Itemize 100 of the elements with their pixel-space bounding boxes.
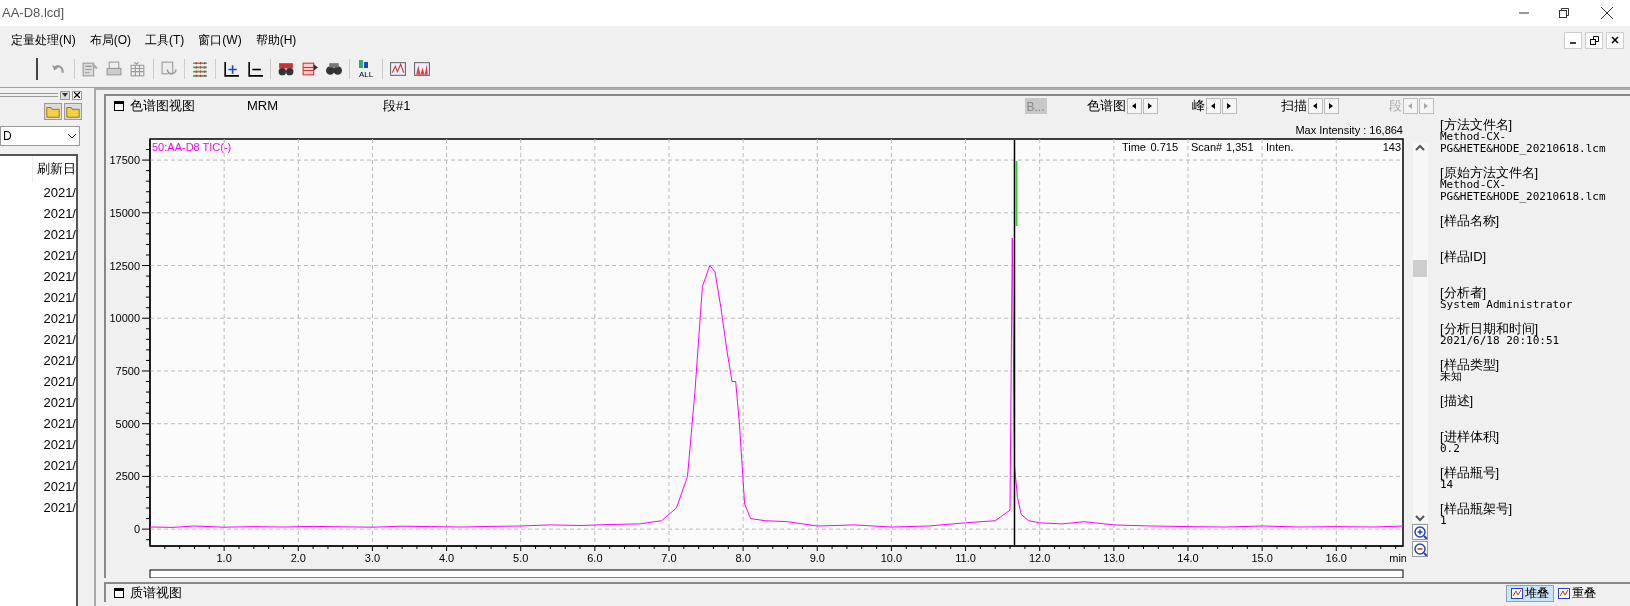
info-value: System Administrator — [1440, 299, 1574, 311]
previous-button[interactable] — [1205, 98, 1221, 114]
readout-label: Scan# — [1191, 141, 1223, 153]
menu-item[interactable]: 布局(O) — [88, 31, 132, 49]
tick-label: 15.0 — [1251, 552, 1273, 564]
axis-icon[interactable] — [222, 60, 240, 78]
table-cell-text: 2021/ — [43, 414, 76, 433]
chart-icon[interactable] — [389, 60, 407, 78]
panel-title: 色谱图视图 — [130, 97, 195, 116]
tick-label: 8.0 — [735, 552, 751, 564]
right-arrow-icon — [1148, 103, 1153, 109]
close-button[interactable] — [72, 90, 82, 100]
table-cell-text: 2021/ — [43, 204, 76, 223]
dropdown-button[interactable] — [60, 90, 70, 100]
left-arrow-icon — [1211, 103, 1216, 109]
info-value: 0.2 — [1440, 443, 1460, 455]
table-cell-text: 2021/ — [43, 309, 76, 328]
info-label: [样品ID] — [1440, 250, 1488, 263]
info-value: Method-CX-PG&HETE&HODE_20210618.lcm — [1440, 179, 1607, 203]
right-arrow-icon — [1329, 103, 1334, 109]
close-icon — [1611, 36, 1619, 44]
view-tab[interactable]: 堆叠 — [1506, 584, 1554, 602]
minimize-button[interactable] — [1564, 31, 1582, 49]
info-label: [样品类型] — [1440, 358, 1501, 371]
info-value: 1 — [1440, 515, 1447, 527]
grid-icon[interactable] — [191, 60, 209, 78]
segment-label: 段#1 — [383, 97, 411, 116]
max-intensity-label: Max Intensity : 16,864 — [1295, 124, 1403, 136]
close-icon — [1601, 7, 1613, 19]
menu-item[interactable]: 定量处理(N) — [10, 31, 77, 49]
tick-label: 7.0 — [661, 552, 677, 564]
restore-icon — [1589, 35, 1599, 45]
caret-icon — [62, 93, 68, 97]
tick-label: 17500 — [109, 154, 140, 167]
table-cell-text: 2021/ — [43, 351, 76, 370]
info-label: [描述] — [1440, 394, 1475, 407]
tick-label: 11.0 — [955, 552, 976, 564]
zoom-in-icon[interactable] — [1412, 524, 1428, 540]
zoom-out-icon[interactable] — [1412, 541, 1428, 557]
restore-button[interactable] — [1585, 31, 1603, 49]
scrollbar[interactable] — [1412, 143, 1428, 523]
axis-label: min — [1389, 552, 1406, 564]
range-bar[interactable] — [149, 569, 1404, 578]
table-cell-text: 2021/ — [43, 372, 76, 391]
navigator-label: 段 — [1388, 97, 1402, 116]
info-label: [方法文件名] — [1440, 118, 1514, 131]
panel-title: 质谱视图 — [130, 584, 182, 603]
next-button[interactable] — [1142, 98, 1158, 114]
readout-value: 0.715 — [1150, 141, 1178, 153]
trace-label: 50:AA-D8 TIC(-) — [152, 141, 232, 153]
tick-label: 10000 — [109, 312, 140, 325]
axis-icon[interactable] — [246, 60, 264, 78]
tick-label: 6.0 — [587, 552, 603, 564]
next-button[interactable] — [1221, 98, 1237, 114]
readout-label: Inten. — [1266, 141, 1294, 153]
readout-value: 1,351 — [1226, 141, 1254, 153]
left-arrow-icon — [1132, 103, 1137, 109]
menu-item[interactable]: 帮助(H) — [254, 31, 298, 49]
table-cell-text: 2021/ — [43, 246, 76, 265]
info-value: 未知 — [1440, 371, 1462, 383]
tick-label: 9.0 — [809, 552, 825, 564]
scroll-up-icon[interactable] — [1415, 143, 1425, 151]
tick-label: 14.0 — [1177, 552, 1199, 564]
table-cell-text: 2021/ — [43, 267, 76, 286]
peak-chart-icon[interactable] — [413, 60, 431, 78]
next-button[interactable] — [1323, 98, 1339, 114]
table-cell-text: 2021/ — [43, 498, 76, 517]
info-label: [原始方法文件名] — [1440, 166, 1540, 179]
dropdown-field[interactable]: D — [0, 126, 80, 146]
restore-icon — [1559, 8, 1569, 18]
column-header[interactable]: 刷新日 — [37, 159, 76, 179]
table-cell-text: 2021/ — [43, 393, 76, 412]
previous-button[interactable] — [1126, 98, 1142, 114]
tick-label: 2.0 — [290, 552, 306, 564]
chart-icon — [1558, 587, 1570, 599]
table-cell-text: 2021/ — [43, 330, 76, 349]
menu-item[interactable]: 工具(T) — [144, 31, 186, 49]
window-icon — [114, 588, 124, 598]
tick-label: 5000 — [115, 417, 140, 430]
tick-label: 12.0 — [1029, 552, 1051, 564]
tick-label: 7500 — [115, 364, 140, 377]
view-tab[interactable]: 重叠 — [1554, 584, 1600, 602]
left-arrow-icon — [1408, 103, 1413, 109]
tick-label: 1.0 — [216, 552, 232, 564]
table-cell-text: 2021/ — [43, 183, 76, 202]
scroll-down-icon[interactable] — [1415, 515, 1425, 523]
tick-label: 15000 — [109, 206, 140, 219]
menu-item[interactable]: 窗口(W) — [197, 31, 243, 49]
previous-button[interactable] — [1307, 98, 1323, 114]
table-cell-text: 2021/ — [43, 288, 76, 307]
info-label: [分析者] — [1440, 286, 1488, 299]
window-icon — [114, 101, 124, 111]
scrollbar-thumb[interactable] — [1413, 259, 1427, 277]
info-value: 2021/6/18 20:10:51 — [1440, 335, 1561, 347]
info-value: 14 — [1440, 479, 1454, 491]
table-arrow-icon[interactable] — [301, 60, 319, 78]
tick-label: 5.0 — [513, 552, 529, 564]
table-cell-text: 2021/ — [43, 477, 76, 496]
close-button[interactable] — [1606, 31, 1624, 49]
cursor-drawing[interactable] — [1013, 139, 1018, 546]
